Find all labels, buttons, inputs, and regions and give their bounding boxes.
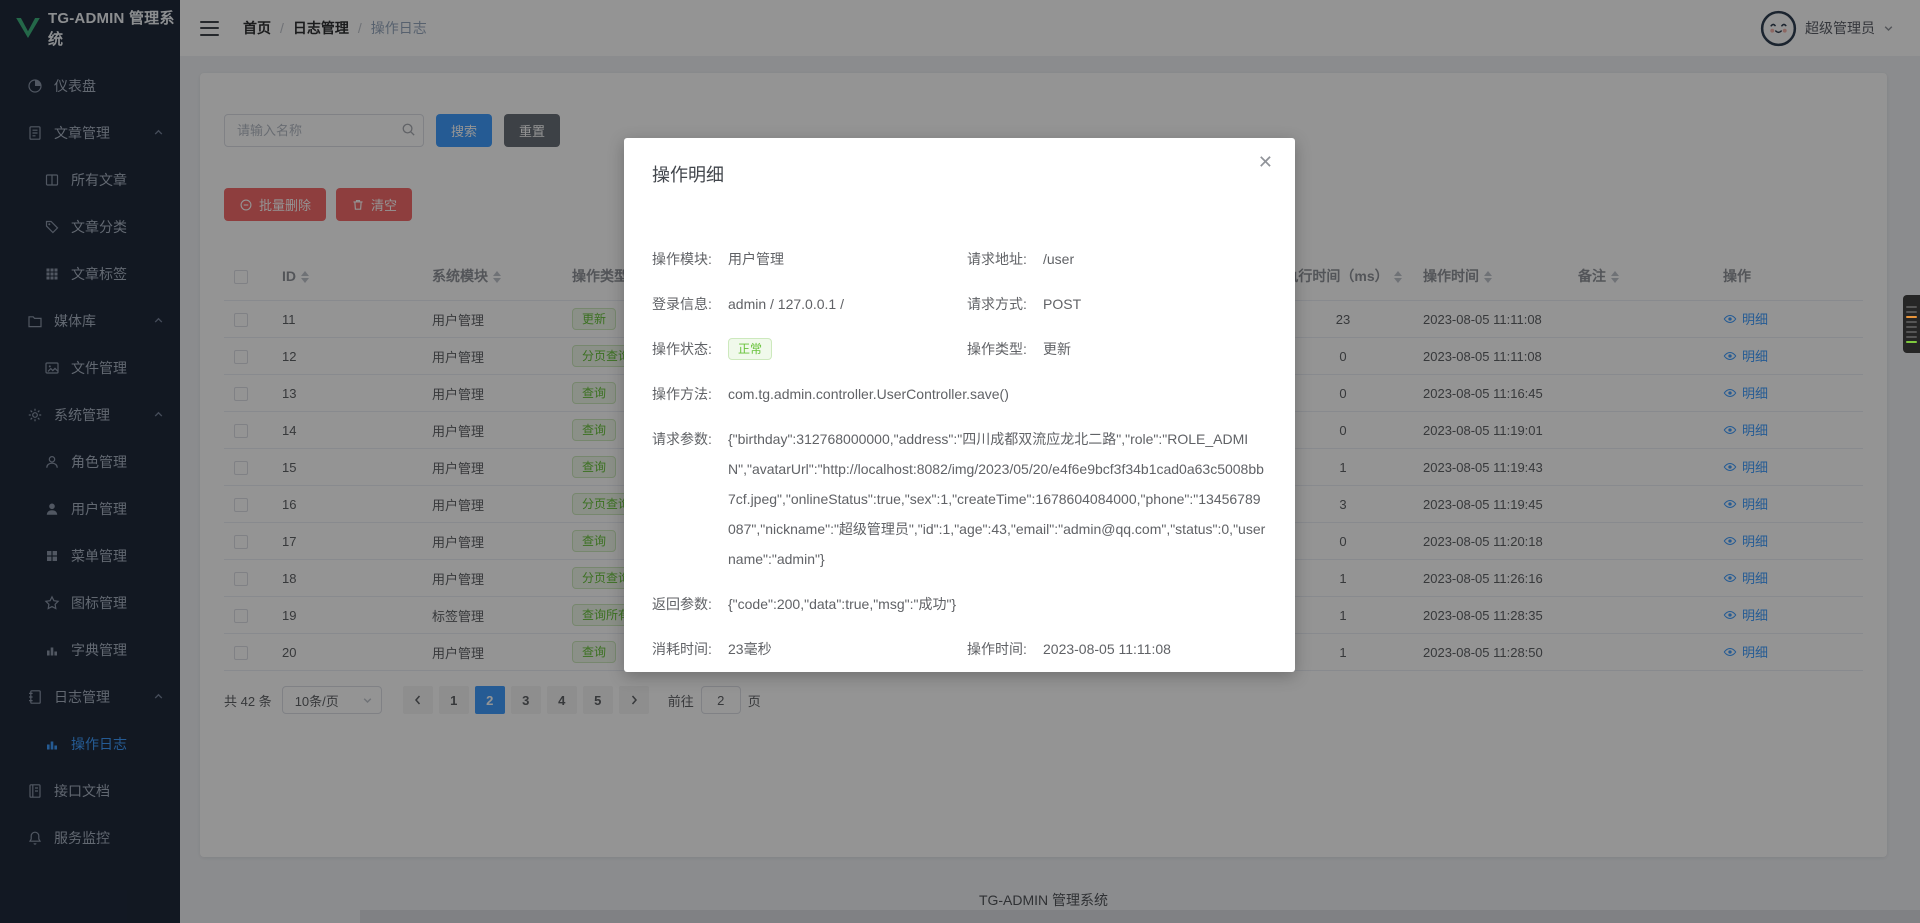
field-label: 操作模块:: [652, 244, 728, 274]
field-value: com.tg.admin.controller.UserController.s…: [728, 379, 1009, 409]
field-label: 操作时间:: [967, 634, 1043, 664]
browser-extension-flap[interactable]: [1903, 295, 1920, 353]
detail-row: 请求参数:{"birthday":312768000000,"address":…: [652, 424, 1267, 574]
field-value: POST: [1043, 289, 1081, 319]
field-label: 请求参数:: [652, 424, 728, 454]
dialog-body: 操作模块:用户管理 请求地址:/user 登录信息:admin / 127.0.0.…: [652, 244, 1267, 664]
field-label: 请求地址:: [967, 244, 1043, 274]
field-value: 用户管理: [728, 244, 784, 274]
close-icon[interactable]: ✕: [1258, 154, 1273, 172]
field-value: /user: [1043, 244, 1074, 274]
detail-row: 登录信息:admin / 127.0.0.1 / 请求方式:POST: [652, 289, 1267, 319]
field-value: {"birthday":312768000000,"address":"四川成都…: [728, 424, 1267, 574]
detail-row: 操作模块:用户管理 请求地址:/user: [652, 244, 1267, 274]
field-value: admin / 127.0.0.1 /: [728, 289, 844, 319]
field-value: {"code":200,"data":true,"msg":"成功"}: [728, 589, 956, 619]
field-label: 操作状态:: [652, 334, 728, 364]
field-value: 更新: [1043, 334, 1071, 364]
status-tag: 正常: [728, 338, 772, 360]
dialog-title: 操作明细: [652, 138, 1267, 187]
operation-detail-dialog: ✕ 操作明细 操作模块:用户管理 请求地址:/user 登录信息:admin / 1…: [624, 138, 1295, 672]
field-label: 登录信息:: [652, 289, 728, 319]
field-value: 2023-08-05 11:11:08: [1043, 634, 1171, 664]
detail-row: 操作状态:正常 操作类型:更新: [652, 334, 1267, 364]
field-label: 操作类型:: [967, 334, 1043, 364]
field-label: 消耗时间:: [652, 634, 728, 664]
field-label: 操作方法:: [652, 379, 728, 409]
field-value: 23毫秒: [728, 634, 772, 664]
field-label: 返回参数:: [652, 589, 728, 619]
detail-row: 返回参数:{"code":200,"data":true,"msg":"成功"}: [652, 589, 1267, 619]
detail-row: 消耗时间:23毫秒 操作时间:2023-08-05 11:11:08: [652, 634, 1267, 664]
detail-row: 操作方法:com.tg.admin.controller.UserControl…: [652, 379, 1267, 409]
field-label: 请求方式:: [967, 289, 1043, 319]
